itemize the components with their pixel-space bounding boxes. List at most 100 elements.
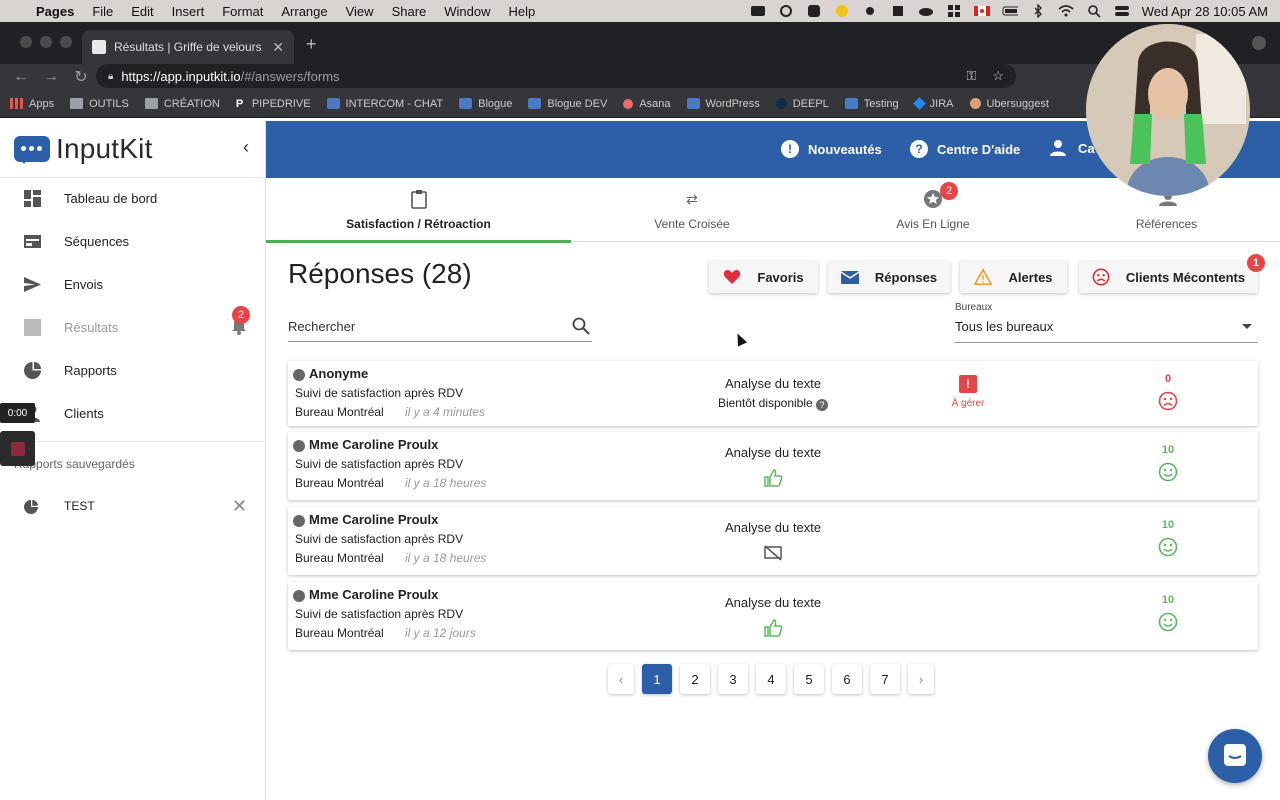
bookmark-blogue-dev[interactable]: Blogue DEV <box>528 98 607 110</box>
help-center-button[interactable]: ? Centre D'aide <box>910 140 1020 158</box>
deepl-icon <box>775 98 787 109</box>
response-card[interactable]: Mme Caroline Proulx Suivi de satisfactio… <box>288 507 1258 575</box>
page-button[interactable]: 4 <box>756 664 786 694</box>
page-button[interactable]: 2 <box>680 664 710 694</box>
alert-to-handle[interactable]: ! À gérer <box>928 375 1008 409</box>
canada-flag-icon[interactable] <box>973 4 990 18</box>
bookmark-creation[interactable]: CRÉATION <box>144 98 220 110</box>
bookmark-pipedrive[interactable]: P PIPEDRIVE <box>236 98 311 111</box>
menu-edit[interactable]: Edit <box>131 4 153 19</box>
filter-responses-button[interactable]: Réponses <box>828 261 950 293</box>
close-tab-icon[interactable]: ✕ <box>272 39 284 56</box>
battery-icon[interactable] <box>1002 4 1018 18</box>
wifi-icon[interactable] <box>1058 4 1074 18</box>
menu-file[interactable]: File <box>92 4 113 19</box>
menubar-clock[interactable]: Wed Apr 28 10:05 AM <box>1142 4 1268 19</box>
saved-report-item[interactable]: TEST ✕ <box>0 486 265 526</box>
zoom-icon[interactable] <box>750 4 766 18</box>
app-s-icon[interactable] <box>890 4 906 18</box>
menu-arrange[interactable]: Arrange <box>281 4 327 19</box>
brightness-icon[interactable] <box>862 4 878 18</box>
logo-text: InputKit <box>56 133 153 164</box>
back-icon[interactable]: ← <box>12 68 30 86</box>
sidebar-item-sequences[interactable]: Séquences <box>0 221 265 261</box>
star-icon[interactable]: ☆ <box>992 68 1004 84</box>
filter-alerts-button[interactable]: Alertes <box>960 261 1067 293</box>
chat-launcher-button[interactable] <box>1208 729 1262 783</box>
page-button[interactable]: 5 <box>794 664 824 694</box>
sidebar-item-envois[interactable]: Envois <box>0 264 265 304</box>
sidebar-item-clients[interactable]: Clients <box>0 393 265 433</box>
bookmark-wordpress[interactable]: WordPress <box>686 98 760 110</box>
bookmark-asana[interactable]: Asana <box>623 98 671 110</box>
sequence-name: Suivi de satisfaction après RDV <box>295 532 464 546</box>
page-button[interactable]: 6 <box>832 664 862 694</box>
tab-search-icon[interactable] <box>1252 36 1266 50</box>
menu-format[interactable]: Format <box>222 4 263 19</box>
tab-badge: 2 <box>940 182 958 200</box>
control-center-icon[interactable] <box>1114 4 1130 18</box>
news-button[interactable]: ! Nouveautés <box>781 140 882 158</box>
menu-help[interactable]: Help <box>509 4 536 19</box>
delete-report-icon[interactable]: ✕ <box>232 496 247 517</box>
account-button[interactable]: Ca <box>1050 140 1095 156</box>
address-bar[interactable]: 🔒︎ https://app.inputkit.io /#/answers/fo… <box>96 64 1016 88</box>
spotlight-search-icon[interactable] <box>1086 4 1102 18</box>
bookmark-intercom[interactable]: INTERCOM - CHAT <box>326 98 443 110</box>
reload-icon[interactable]: ↻ <box>72 67 90 87</box>
page-button[interactable]: 3 <box>718 664 748 694</box>
bookmark-apps[interactable]: Apps <box>10 98 54 110</box>
sidebar-item-rapports[interactable]: Rapports <box>0 350 265 390</box>
bookmark-ubersuggest[interactable]: Ubersuggest <box>969 98 1049 110</box>
page-button[interactable]: 1 <box>642 664 672 694</box>
menu-view[interactable]: View <box>346 4 374 19</box>
inputkit-logo[interactable]: InputKit ‹ <box>0 121 265 178</box>
bookmark-jira[interactable]: JIRA <box>912 97 954 110</box>
tab-satisfaction[interactable]: Satisfaction / Rétroaction <box>266 178 571 243</box>
tab-online-reviews[interactable]: Avis En Ligne 2 <box>813 178 1053 242</box>
bookmark-blogue[interactable]: Blogue <box>459 98 512 110</box>
menu-share[interactable]: Share <box>392 4 427 19</box>
bookmark-testing[interactable]: Testing <box>844 98 899 110</box>
creative-cloud-icon[interactable] <box>778 4 794 18</box>
record-stop-button[interactable] <box>0 431 35 466</box>
app-a-icon[interactable] <box>806 4 822 18</box>
browser-tab[interactable]: Résultats | Griffe de velours | In ✕ <box>82 30 294 64</box>
filter-favorites-button[interactable]: Favoris <box>709 261 818 293</box>
alert-icon: ! <box>959 375 977 393</box>
alert-label: À gérer <box>951 398 985 409</box>
new-tab-icon[interactable]: + <box>306 34 317 55</box>
bluetooth-icon[interactable] <box>1030 4 1046 18</box>
menu-window[interactable]: Window <box>444 4 490 19</box>
respondent-name: Mme Caroline Proulx <box>309 512 439 527</box>
office-select[interactable]: Bureaux Tous les bureaux <box>955 301 1258 343</box>
search-input[interactable]: Rechercher <box>288 313 592 342</box>
thumbs-up-icon <box>764 619 783 637</box>
prev-page-icon[interactable]: ‹ <box>608 664 634 694</box>
response-card[interactable]: Anonyme Suivi de satisfaction après RDV … <box>288 361 1258 426</box>
office-name: Bureau Montréal <box>295 551 384 565</box>
webcam-overlay[interactable] <box>1086 24 1250 196</box>
sidebar-item-dashboard[interactable]: Tableau de bord <box>0 178 265 218</box>
grid-icon[interactable] <box>946 4 962 18</box>
sidebar-item-results[interactable]: Résultats 2 <box>0 306 265 347</box>
tab-cross-sell[interactable]: ⇄ Vente Croisée <box>571 178 813 242</box>
app-menu[interactable]: Pages <box>36 4 74 19</box>
menu-insert[interactable]: Insert <box>172 4 205 19</box>
window-controls[interactable] <box>20 36 72 48</box>
response-card[interactable]: Mme Caroline Proulx Suivi de satisfactio… <box>288 432 1258 500</box>
bookmark-deepl[interactable]: DEEPL <box>775 98 829 110</box>
filter-unhappy-clients-button[interactable]: Clients Mécontents 1 <box>1079 254 1265 293</box>
tab-label: Avis En Ligne <box>896 217 970 231</box>
search-icon[interactable] <box>572 317 590 335</box>
bookmark-outils[interactable]: OUTILS <box>70 98 129 110</box>
response-card[interactable]: Mme Caroline Proulx Suivi de satisfactio… <box>288 582 1258 650</box>
cloud-upload-icon[interactable] <box>918 4 934 18</box>
collapse-sidebar-icon[interactable]: ‹ <box>243 137 249 158</box>
forward-icon[interactable]: → <box>42 68 60 86</box>
filter-badge: 1 <box>1247 254 1265 272</box>
next-page-icon[interactable]: › <box>908 664 934 694</box>
page-button[interactable]: 7 <box>870 664 900 694</box>
key-icon[interactable]: ⚿ <box>966 68 976 84</box>
app-j-icon[interactable] <box>834 4 850 18</box>
